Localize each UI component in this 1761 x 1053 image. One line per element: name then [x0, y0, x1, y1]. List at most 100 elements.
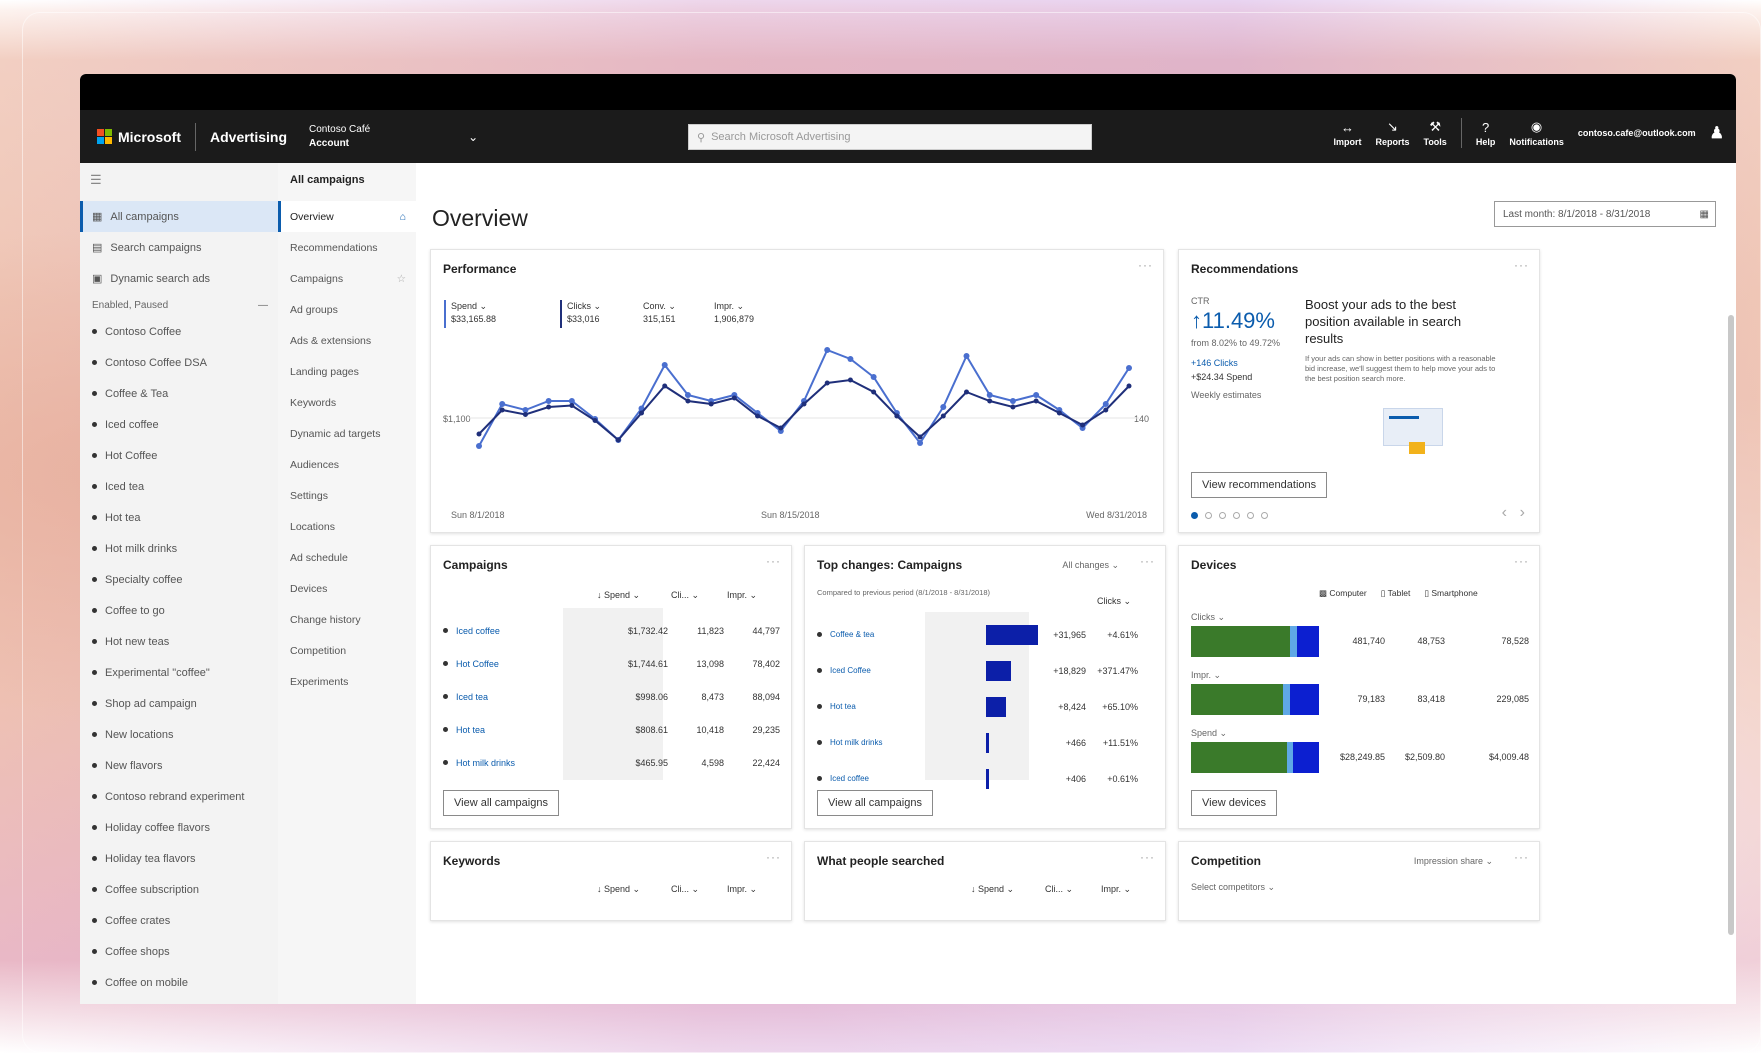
view-all-campaigns-button-2[interactable]: View all campaigns [817, 790, 933, 816]
table-row[interactable]: Coffee & tea +31,965 +4.61% [805, 616, 1165, 653]
campaign-item[interactable]: Coffee crates [80, 905, 278, 936]
data-point[interactable] [940, 404, 947, 410]
kw-col-clicks[interactable]: Cli... ⌄ [671, 884, 699, 895]
sub-nav-item[interactable]: Devices [278, 573, 416, 604]
pager-dot[interactable] [1205, 512, 1212, 519]
search-input[interactable]: ⚲ Search Microsoft Advertising [688, 124, 1092, 150]
user-email[interactable]: contoso.cafe@outlook.com [1578, 128, 1696, 138]
data-point[interactable] [871, 389, 877, 395]
data-point[interactable] [755, 413, 761, 419]
pager-dot[interactable] [1247, 512, 1254, 519]
more-icon[interactable]: ··· [1140, 554, 1155, 568]
microsoft-logo[interactable]: Microsoft [97, 129, 181, 145]
sub-nav-item[interactable]: Settings [278, 480, 416, 511]
device-metric-label[interactable]: Impr. ⌄ [1191, 670, 1221, 681]
data-point[interactable] [639, 410, 644, 416]
notifications-button[interactable]: ◉ Notifications [1509, 119, 1564, 147]
data-point[interactable] [847, 377, 853, 383]
data-point[interactable] [801, 401, 807, 407]
campaign-filter[interactable]: Enabled, Paused — [80, 294, 278, 316]
data-point[interactable] [661, 362, 668, 368]
campaign-item[interactable]: Iced tea [80, 471, 278, 502]
select-competitors[interactable]: Select competitors ⌄ [1191, 882, 1275, 893]
data-point[interactable] [499, 407, 505, 413]
user-icon[interactable]: ♟ [1710, 123, 1724, 143]
campaign-item[interactable]: Coffee on mobile [80, 967, 278, 998]
sub-nav-item[interactable]: Recommendations [278, 232, 416, 263]
data-point[interactable] [546, 404, 552, 410]
metric-select[interactable]: Clicks ⌄ [1097, 596, 1131, 607]
scrollbar[interactable] [1728, 315, 1734, 935]
data-point[interactable] [987, 398, 993, 404]
sub-nav-item[interactable]: Locations [278, 511, 416, 542]
table-row[interactable]: Hot tea +8,424 +65.10% [805, 688, 1165, 725]
chevron-left-icon[interactable]: ‹ [1502, 504, 1507, 522]
campaign-item[interactable]: Coffee shops [80, 936, 278, 967]
more-icon[interactable]: ··· [1514, 850, 1529, 864]
campaign-name[interactable]: Hot milk drinks [830, 738, 930, 747]
sq-col-spend[interactable]: ↓ Spend ⌄ [971, 884, 1014, 895]
col-spend[interactable]: ↓ Spend ⌄ [597, 590, 640, 601]
data-point[interactable] [870, 374, 877, 380]
campaign-item[interactable]: New locations [80, 719, 278, 750]
sub-nav-item[interactable]: Ads & extensions [278, 325, 416, 356]
campaign-item[interactable]: Holiday tea flavors [80, 843, 278, 874]
data-point[interactable] [824, 347, 831, 353]
data-point[interactable] [963, 353, 970, 359]
table-row[interactable]: Iced coffee $1,732.42 11,823 44,797 [431, 612, 791, 649]
data-point[interactable] [1103, 407, 1109, 413]
campaign-item[interactable]: Holiday coffee flavors [80, 812, 278, 843]
more-icon[interactable]: ··· [1514, 554, 1529, 568]
campaign-item[interactable]: Coffee to go [80, 595, 278, 626]
data-point[interactable] [592, 418, 598, 423]
campaign-name[interactable]: Hot tea [456, 725, 592, 735]
campaign-item[interactable]: Iced coffee [80, 409, 278, 440]
import-button[interactable]: ↔ Import [1333, 120, 1361, 147]
sub-nav-item[interactable]: Ad schedule [278, 542, 416, 573]
data-point[interactable] [894, 413, 900, 419]
data-point[interactable] [476, 443, 482, 449]
nav-item-dynamic-search-ads[interactable]: ▣ Dynamic search ads [80, 263, 278, 294]
data-point[interactable] [1126, 365, 1132, 371]
campaign-name[interactable]: Iced tea [456, 692, 592, 702]
campaign-name[interactable]: Hot tea [830, 702, 930, 711]
kw-col-impr[interactable]: Impr. ⌄ [727, 884, 757, 895]
campaign-item[interactable]: Contoso Coffee [80, 316, 278, 347]
reports-button[interactable]: ↘ Reports [1375, 119, 1409, 147]
chevron-down-icon[interactable]: ⌄ [468, 130, 478, 144]
sub-nav-item[interactable]: Change history [278, 604, 416, 635]
campaign-item[interactable]: Experimental "coffee" [80, 657, 278, 688]
data-point[interactable] [917, 434, 923, 440]
table-row[interactable]: Iced Coffee +18,829 +371.47% [805, 652, 1165, 689]
data-point[interactable] [684, 392, 691, 398]
pager-dot[interactable] [1261, 512, 1268, 519]
data-point[interactable] [824, 380, 830, 386]
data-point[interactable] [476, 431, 482, 437]
device-metric-label[interactable]: Clicks ⌄ [1191, 612, 1225, 623]
help-button[interactable]: ? Help [1476, 120, 1496, 147]
view-all-campaigns-button[interactable]: View all campaigns [443, 790, 559, 816]
view-recommendations-button[interactable]: View recommendations [1191, 472, 1328, 498]
campaign-item[interactable]: Specialty coffee [80, 564, 278, 595]
data-point[interactable] [569, 403, 575, 408]
kw-col-spend[interactable]: ↓ Spend ⌄ [597, 884, 640, 895]
data-point[interactable] [917, 440, 924, 446]
col-clicks[interactable]: Cli... ⌄ [671, 590, 699, 601]
sub-nav-item[interactable]: Campaigns ☆ [278, 263, 416, 294]
campaign-item[interactable]: Shop ad campaign [80, 688, 278, 719]
campaign-item[interactable]: Hot milk drinks [80, 533, 278, 564]
nav-item-all-campaigns[interactable]: ▦ All campaigns [80, 201, 278, 232]
view-devices-button[interactable]: View devices [1191, 790, 1277, 816]
data-point[interactable] [685, 398, 691, 404]
data-point[interactable] [615, 437, 621, 443]
account-switcher[interactable]: Contoso Café Account [309, 123, 370, 151]
campaign-item[interactable]: Coffee subscription [80, 874, 278, 905]
campaign-name[interactable]: Iced coffee [456, 626, 592, 636]
data-point[interactable] [986, 392, 993, 398]
data-point[interactable] [778, 425, 784, 431]
data-point[interactable] [545, 398, 552, 404]
data-point[interactable] [708, 401, 714, 407]
chevron-right-icon[interactable]: › [1520, 504, 1525, 522]
data-point[interactable] [662, 383, 668, 389]
sub-nav-item[interactable]: Audiences [278, 449, 416, 480]
